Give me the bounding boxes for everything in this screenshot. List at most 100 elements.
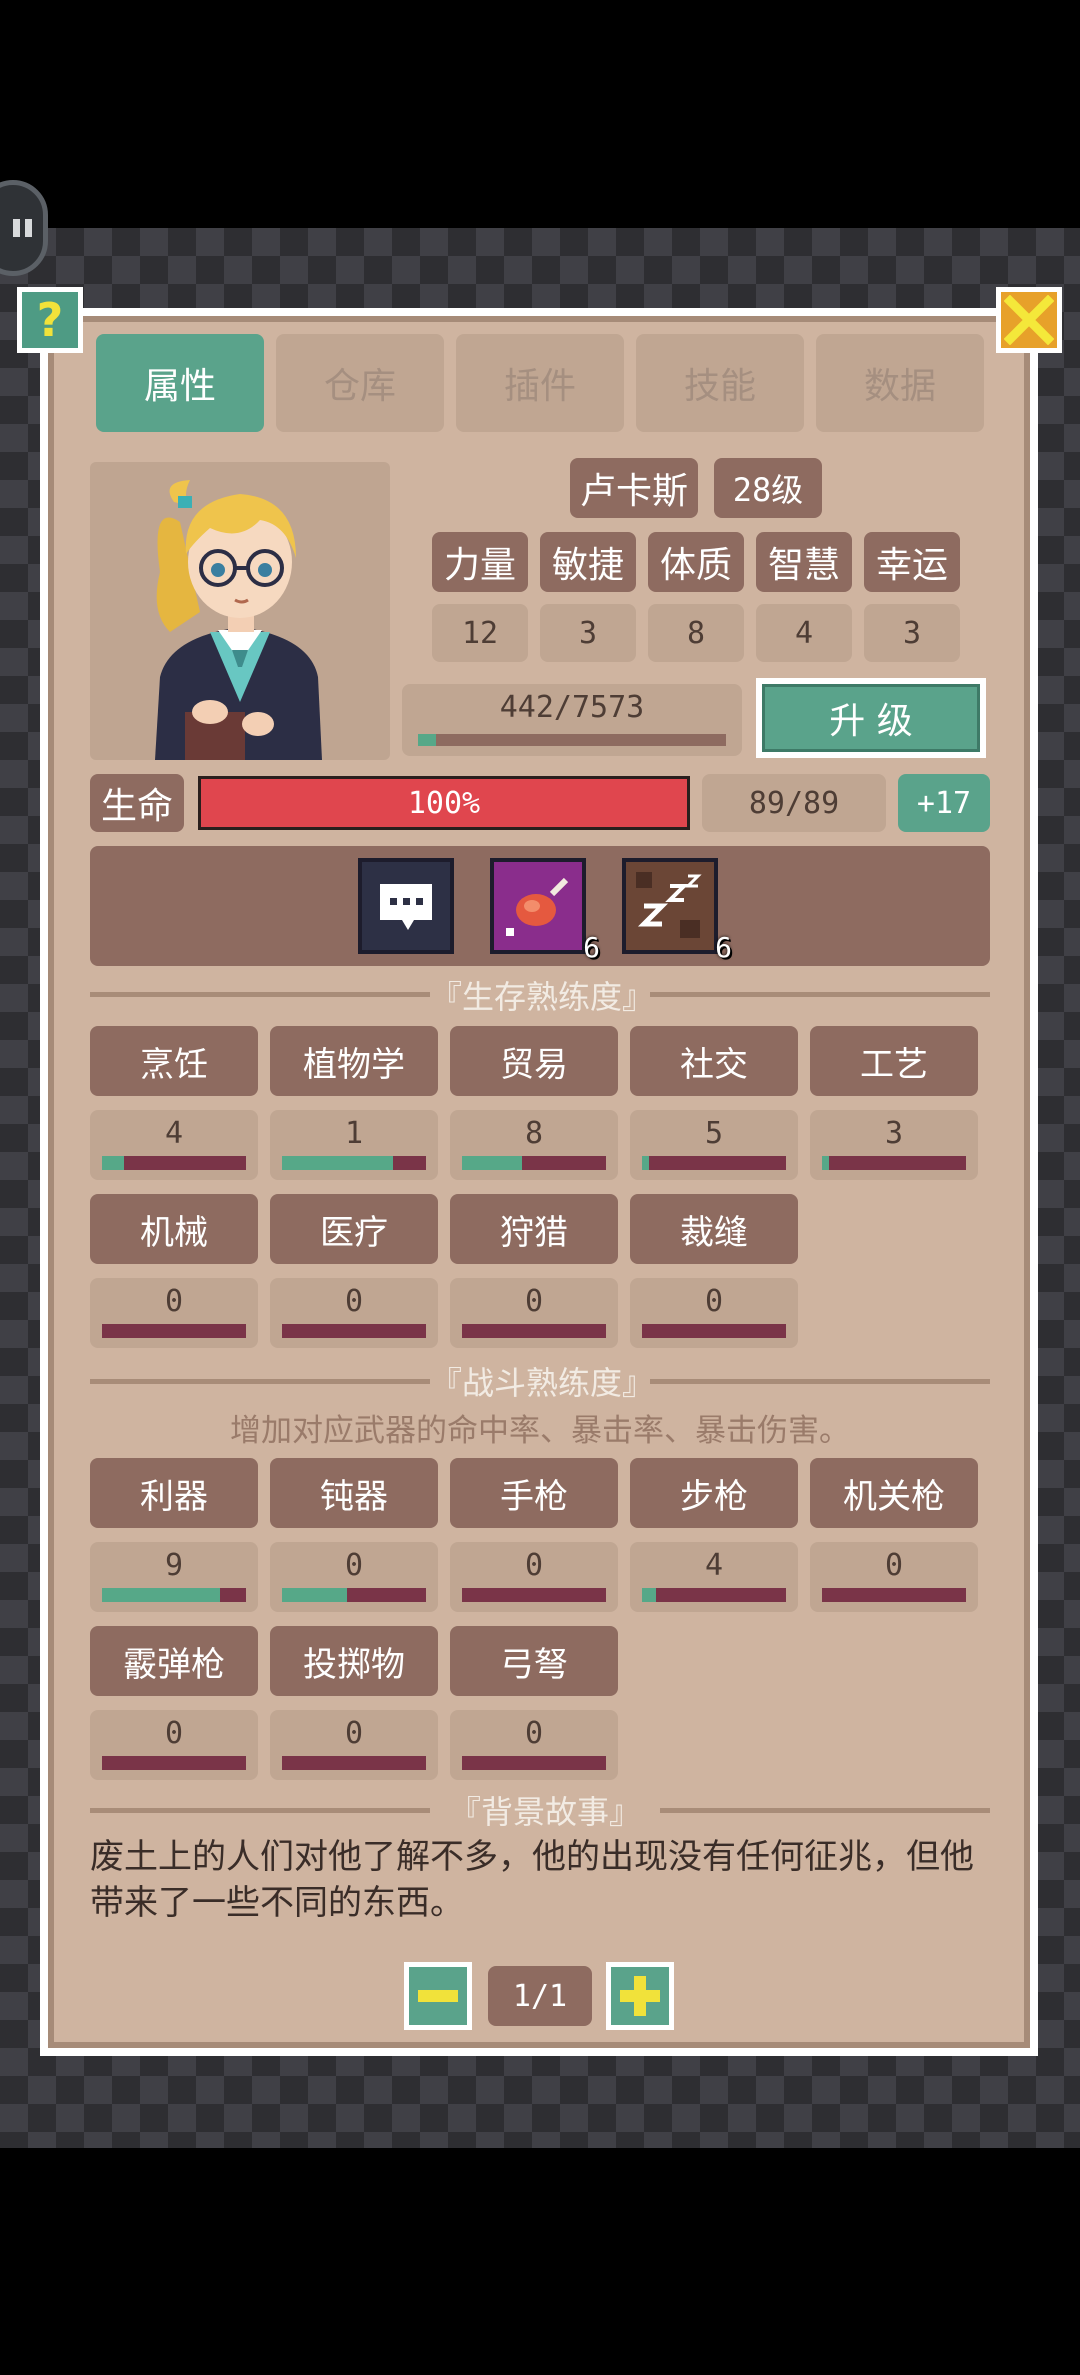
plus-icon: [611, 1967, 669, 2025]
pause-button[interactable]: [0, 180, 48, 276]
next-page-button[interactable]: [606, 1962, 674, 2030]
character-portrait-art: [155, 480, 322, 760]
speech-bubble-icon: [380, 884, 432, 930]
attribute-value-agility: 3: [540, 604, 636, 662]
combat-skill-level: 4: [630, 1542, 798, 1612]
combat-skill-name: 利器: [90, 1458, 258, 1528]
combat-skill-progress-bar: [102, 1756, 246, 1770]
survival-skill-level: 1: [270, 1110, 438, 1180]
tab-storage[interactable]: 仓库: [276, 334, 444, 432]
survival-skill-level: 4: [90, 1110, 258, 1180]
combat-skill-name: 弓弩: [450, 1626, 618, 1696]
attribute-label-luck: 幸运: [864, 532, 960, 592]
combat-skill-progress-fill: [102, 1588, 221, 1602]
close-button[interactable]: [996, 287, 1062, 353]
tab-attributes[interactable]: 属性: [96, 334, 264, 432]
help-button[interactable]: ?: [17, 287, 83, 353]
plus-icon-v: [634, 1976, 646, 2016]
combat-skill-name: 霰弹枪: [90, 1626, 258, 1696]
status-effect-sleep[interactable]: 6: [622, 858, 732, 964]
survival-skill-value: 8: [524, 1116, 544, 1151]
level-up-button[interactable]: 升 级: [756, 678, 986, 758]
combat-skill-progress-bar: [282, 1756, 426, 1770]
survival-skill-progress-bar: [642, 1156, 786, 1170]
health-percent: 100%: [407, 786, 481, 821]
survival-skill-progress-bar: [282, 1324, 426, 1338]
health-regen: +17: [898, 774, 990, 832]
combat-skill-level: 9: [90, 1542, 258, 1612]
survival-skill-name: 社交: [630, 1026, 798, 1096]
survival-skill-progress-bar: [642, 1324, 786, 1338]
survival-skill-name: 狩猎: [450, 1194, 618, 1264]
survival-skill-progress-fill: [642, 1156, 650, 1170]
survival-skill-level: 0: [90, 1278, 258, 1348]
level-up-label: 升 级: [762, 684, 980, 752]
meat-icon: [506, 877, 569, 936]
survival-skill-name: 植物学: [270, 1026, 438, 1096]
attribute-value-strength: 12: [432, 604, 528, 662]
survival-skill-progress-fill: [462, 1156, 523, 1170]
divider: [90, 1808, 430, 1813]
survival-skill-progress-bar: [462, 1324, 606, 1338]
divider: [650, 992, 990, 997]
survival-skill-progress-fill: [282, 1156, 393, 1170]
backstory-text: 废土上的人们对他了解不多，他的出现没有任何征兆，但他带来了一些不同的东西。: [90, 1837, 974, 1923]
combat-skill-value: 9: [164, 1548, 184, 1583]
status-effect-speech[interactable]: [358, 858, 454, 954]
divider: [660, 1808, 990, 1813]
attribute-value-constitution: 8: [648, 604, 744, 662]
page-indicator: 1/1: [488, 1966, 592, 2026]
combat-skill-level: 0: [450, 1710, 618, 1780]
combat-skill-progress-bar: [462, 1756, 606, 1770]
attribute-value-luck: 3: [864, 604, 960, 662]
pause-icon: [13, 219, 20, 237]
tab-skills[interactable]: 技能: [636, 334, 804, 432]
health-bar: 100%: [198, 776, 690, 830]
survival-skill-name: 贸易: [450, 1026, 618, 1096]
combat-skill-level: 0: [450, 1542, 618, 1612]
survival-skill-value: 5: [704, 1116, 724, 1151]
combat-section-title: 『战斗熟练度』: [430, 1364, 655, 1402]
combat-skill-value: 0: [884, 1548, 904, 1583]
survival-skill-progress-fill: [102, 1156, 124, 1170]
divider: [90, 1379, 430, 1384]
tab-plugins[interactable]: 插件: [456, 334, 624, 432]
survival-section-title: 『生存熟练度』: [430, 978, 655, 1016]
combat-skill-value: 0: [344, 1548, 364, 1583]
experience-box: 442/7573: [402, 684, 742, 756]
survival-skill-progress-fill: [822, 1156, 830, 1170]
character-name: 卢卡斯: [570, 458, 698, 518]
survival-skill-value: 4: [164, 1116, 184, 1151]
survival-skill-progress-bar: [102, 1156, 246, 1170]
survival-skill-level: 0: [270, 1278, 438, 1348]
combat-skill-name: 投掷物: [270, 1626, 438, 1696]
survival-skill-level: 5: [630, 1110, 798, 1180]
previous-page-button[interactable]: [404, 1962, 472, 2030]
survival-skill-value: 0: [524, 1284, 544, 1319]
combat-skill-progress-fill: [642, 1588, 657, 1602]
combat-skill-progress-bar: [642, 1588, 786, 1602]
survival-skill-progress-bar: [822, 1156, 966, 1170]
character-portrait: [90, 462, 390, 760]
status-effect-food-count: 6: [583, 931, 600, 964]
survival-skill-value: 3: [884, 1116, 904, 1151]
combat-skill-value: 0: [524, 1548, 544, 1583]
sleep-icon: [626, 862, 714, 950]
survival-skill-level: 3: [810, 1110, 978, 1180]
health-value: 89/89: [702, 774, 886, 832]
combat-skill-progress-bar: [462, 1588, 606, 1602]
health-bar-track: 100%: [201, 779, 687, 827]
status-effect-food[interactable]: 6: [490, 858, 600, 964]
survival-skill-name: 裁缝: [630, 1194, 798, 1264]
survival-skill-name: 烹饪: [90, 1026, 258, 1096]
combat-skill-value: 0: [524, 1716, 544, 1751]
combat-skill-name: 机关枪: [810, 1458, 978, 1528]
tab-data[interactable]: 数据: [816, 334, 984, 432]
divider: [650, 1379, 990, 1384]
combat-skill-level: 0: [90, 1710, 258, 1780]
survival-skill-value: 1: [344, 1116, 364, 1151]
survival-skill-progress-bar: [462, 1156, 606, 1170]
survival-skill-value: 0: [704, 1284, 724, 1319]
experience-text: 442/7573: [499, 690, 645, 725]
minus-icon-bar: [418, 1990, 458, 2002]
